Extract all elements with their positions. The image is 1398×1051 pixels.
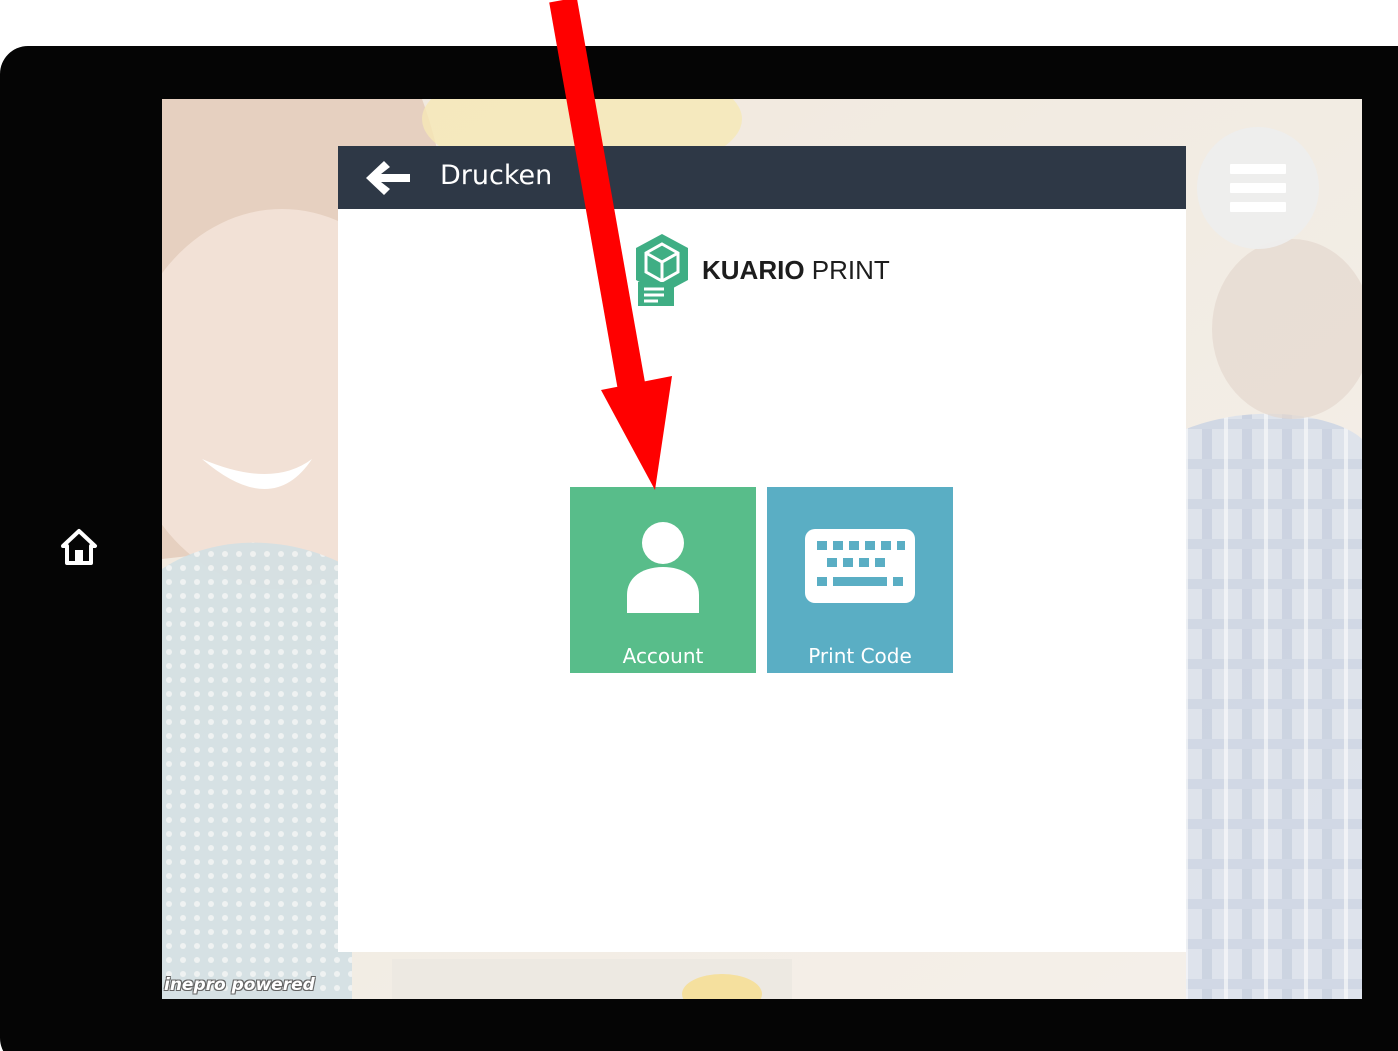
- home-icon: [61, 529, 97, 565]
- print-code-label: Print Code: [808, 644, 912, 668]
- print-dialog: Drucken KUARIO PRINT Account Print Code: [338, 146, 1186, 952]
- dialog-title: Drucken: [440, 160, 553, 191]
- device-screen: Drucken KUARIO PRINT Account Print Code …: [162, 99, 1362, 999]
- brand-name: KUARIO PRINT: [702, 254, 890, 285]
- user-icon: [627, 522, 699, 613]
- brand-logo: KUARIO PRINT: [634, 232, 890, 308]
- keyboard-icon: [805, 529, 915, 603]
- kuario-logo-icon: [636, 234, 688, 306]
- account-tile-button[interactable]: Account: [570, 487, 756, 673]
- inepro-powered-label: inepro powered: [164, 975, 315, 995]
- account-label: Account: [622, 644, 704, 668]
- home-button[interactable]: [56, 524, 102, 570]
- print-code-tile-button[interactable]: Print Code: [767, 487, 953, 673]
- hamburger-menu-icon: [1230, 164, 1286, 174]
- stage: Drucken KUARIO PRINT Account Print Code …: [0, 0, 1398, 1051]
- back-arrow-icon: [366, 161, 410, 195]
- dialog-header: Drucken: [338, 146, 1186, 209]
- back-button[interactable]: [360, 154, 416, 202]
- hamburger-menu-button[interactable]: [1197, 127, 1319, 249]
